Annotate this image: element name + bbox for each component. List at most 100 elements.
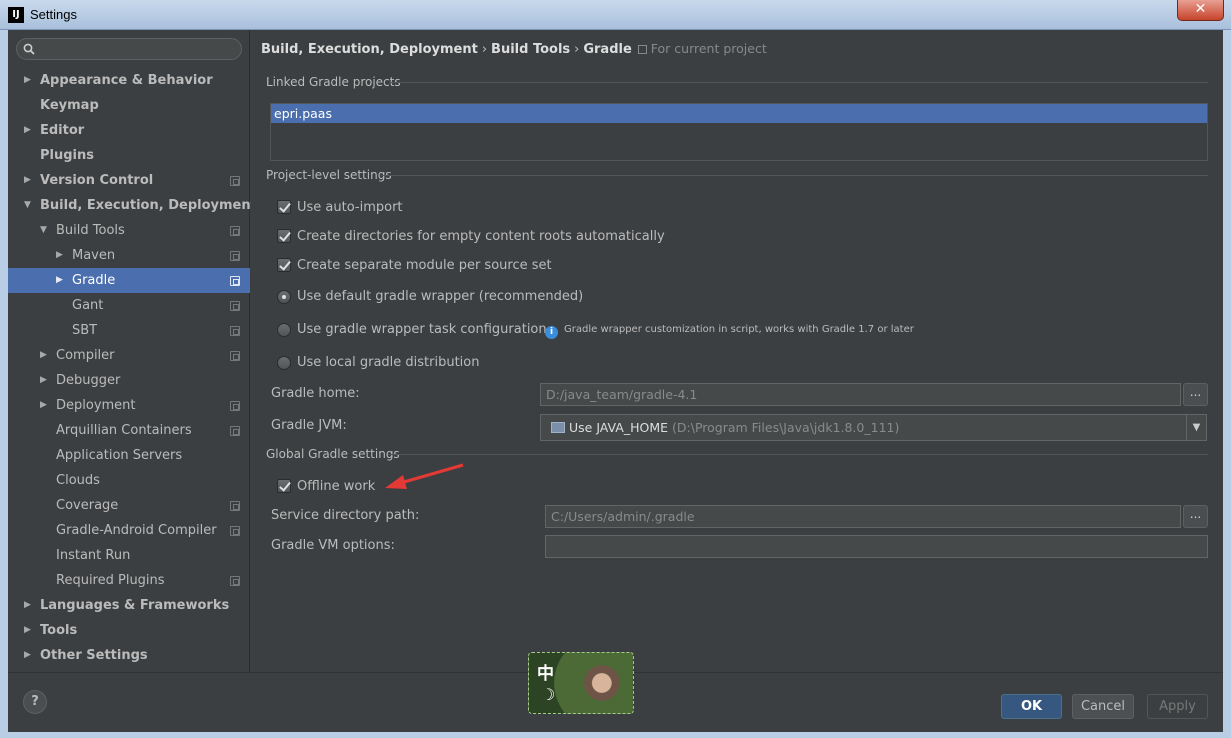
linked-projects-title: Linked Gradle projects — [266, 75, 401, 89]
breadcrumb-separator: › — [574, 42, 580, 57]
sidebar-item-build-tools[interactable]: ▼ Build Tools — [8, 218, 250, 243]
project-scope-icon — [637, 45, 647, 54]
chevron-right-icon[interactable]: ▶ — [24, 168, 34, 193]
gradle-jvm-label: Gradle JVM: — [271, 418, 347, 433]
chevron-right-icon[interactable]: ▶ — [40, 343, 50, 368]
sidebar-item-gradle[interactable]: ▶ Gradle — [8, 268, 250, 293]
vm-options-field[interactable] — [545, 535, 1208, 558]
jdk-folder-icon — [551, 422, 565, 433]
project-scope-icon — [230, 501, 240, 511]
sidebar-item-instant-run[interactable]: Instant Run — [8, 543, 250, 568]
sidebar-item-label: Compiler — [56, 348, 115, 363]
settings-search-input[interactable] — [16, 38, 242, 60]
radio-unselected[interactable] — [277, 356, 291, 370]
chevron-right-icon[interactable]: ▶ — [24, 643, 34, 668]
gradle-home-field[interactable]: D:/java_team/gradle-4.1 — [540, 383, 1181, 406]
chevron-right-icon[interactable]: ▶ — [56, 243, 66, 268]
service-dir-field[interactable]: C:/Users/admin/.gradle — [545, 505, 1181, 528]
sidebar-item-sbt[interactable]: SBT — [8, 318, 250, 343]
sidebar-item-label: Required Plugins — [56, 573, 165, 588]
sidebar-item-languages-frameworks[interactable]: ▶ Languages & Frameworks — [8, 593, 250, 618]
sidebar-item-label: Maven — [72, 248, 116, 263]
sidebar-item-build-execution-deployment[interactable]: ▼ Build, Execution, Deployment — [8, 193, 257, 218]
sidebar-item-tools[interactable]: ▶ Tools — [8, 618, 250, 643]
chevron-right-icon[interactable]: ▶ — [40, 368, 50, 393]
search-icon — [23, 43, 35, 55]
apply-button[interactable]: Apply — [1147, 694, 1208, 719]
red-annotation-arrow-icon — [385, 463, 464, 489]
chevron-right-icon[interactable]: ▶ — [24, 618, 34, 643]
gradle-settings-panel: Build, Execution, Deployment › Build Tools… — [251, 30, 1223, 672]
checkbox-checked[interactable] — [277, 200, 291, 214]
linked-project-item[interactable]: epri.paas — [271, 104, 1207, 123]
sidebar-item-label: Keymap — [40, 98, 99, 113]
moon-icon: ☽ — [541, 685, 556, 704]
sidebar-item-plugins[interactable]: Plugins — [8, 143, 250, 168]
gradle-home-browse-button[interactable]: ... — [1183, 383, 1208, 406]
chevron-right-icon[interactable]: ▶ — [24, 593, 34, 618]
sidebar-item-required-plugins[interactable]: Required Plugins — [8, 568, 250, 593]
default-wrapper-label: Use default gradle wrapper (recommended) — [297, 289, 584, 304]
breadcrumb: Build, Execution, Deployment › Build Tools… — [261, 41, 767, 57]
sidebar-item-deployment[interactable]: ▶ Deployment — [8, 393, 250, 418]
ok-button[interactable]: OK — [1001, 694, 1062, 719]
radio-unselected[interactable] — [277, 323, 291, 337]
checkbox-checked[interactable] — [277, 479, 291, 493]
sidebar-item-keymap[interactable]: Keymap — [8, 93, 250, 118]
sidebar-item-maven[interactable]: ▶ Maven — [8, 243, 250, 268]
sidebar-item-debugger[interactable]: ▶ Debugger — [8, 368, 250, 393]
sidebar-item-other-settings[interactable]: ▶ Other Settings — [8, 643, 250, 668]
sidebar-item-editor[interactable]: ▶ Editor — [8, 118, 250, 143]
sidebar-item-version-control[interactable]: ▶ Version Control — [8, 168, 250, 193]
sidebar-item-arquillian-containers[interactable]: Arquillian Containers — [8, 418, 250, 443]
window-frame-right — [1223, 30, 1231, 738]
sidebar-item-coverage[interactable]: Coverage — [8, 493, 250, 518]
sidebar-item-label: Languages & Frameworks — [40, 598, 230, 613]
sidebar-item-label: Plugins — [40, 148, 94, 163]
breadcrumb-gradle: Gradle — [583, 42, 632, 57]
project-scope-icon — [230, 401, 240, 411]
sidebar-item-label: Arquillian Containers — [56, 423, 192, 438]
sidebar-item-label: Build Tools — [56, 223, 125, 238]
chevron-down-icon[interactable]: ▼ — [1186, 415, 1206, 440]
checkbox-checked[interactable] — [277, 229, 291, 243]
settings-tree: ▶ Appearance & Behavior Keymap ▶ Editor Plugi… — [8, 68, 257, 668]
chevron-right-icon[interactable]: ▶ — [56, 268, 66, 293]
window-frame-left — [0, 30, 8, 738]
radio-selected[interactable] — [277, 290, 291, 304]
help-button[interactable]: ? — [23, 690, 47, 714]
chevron-right-icon[interactable]: ▶ — [24, 68, 34, 93]
use-auto-import-label: Use auto-import — [297, 200, 403, 215]
chevron-right-icon[interactable]: ▶ — [40, 393, 50, 418]
local-distribution-label: Use local gradle distribution — [297, 355, 480, 370]
sidebar-item-appearance-behavior[interactable]: ▶ Appearance & Behavior — [8, 68, 250, 93]
linked-projects-list[interactable]: epri.paas — [270, 103, 1208, 161]
cancel-button[interactable]: Cancel — [1072, 694, 1134, 719]
gradle-jvm-path: (D:\Program Files\Java\jdk1.8.0_111) — [672, 420, 900, 435]
chevron-down-icon[interactable]: ▼ — [24, 193, 34, 218]
window-close-button[interactable]: ✕ — [1177, 0, 1224, 21]
breadcrumb-separator: › — [481, 42, 488, 57]
wrapper-hint: i Gradle wrapper customization in script,… — [545, 322, 914, 339]
chevron-down-icon[interactable]: ▼ — [40, 218, 50, 243]
sidebar-item-label: Editor — [40, 123, 85, 138]
service-dir-browse-button[interactable]: ... — [1183, 505, 1208, 528]
breadcrumb-build-tools[interactable]: Build Tools — [491, 42, 570, 57]
chevron-right-icon[interactable]: ▶ — [24, 118, 34, 143]
sidebar-item-compiler[interactable]: ▶ Compiler — [8, 343, 250, 368]
sidebar-item-gant[interactable]: Gant — [8, 293, 250, 318]
project-scope-icon — [230, 301, 240, 311]
gradle-jvm-select[interactable]: Use JAVA_HOME (D:\Program Files\Java\jdk… — [540, 414, 1207, 441]
breadcrumb-build-execution[interactable]: Build, Execution, Deployment — [261, 42, 478, 57]
sidebar-item-label: Instant Run — [56, 548, 131, 563]
project-scope-icon — [230, 226, 240, 236]
scope-label: For current project — [637, 41, 767, 56]
sidebar-item-clouds[interactable]: Clouds — [8, 468, 250, 493]
floating-photo-widget[interactable]: 中 ☽ — [528, 652, 634, 714]
sidebar-item-application-servers[interactable]: Application Servers — [8, 443, 250, 468]
checkbox-checked[interactable] — [277, 258, 291, 272]
section-divider — [388, 454, 1208, 455]
sidebar-item-label: Gant — [72, 298, 104, 313]
scope-text: For current project — [650, 41, 767, 56]
sidebar-item-gradle-android-compiler[interactable]: Gradle-Android Compiler — [8, 518, 250, 543]
